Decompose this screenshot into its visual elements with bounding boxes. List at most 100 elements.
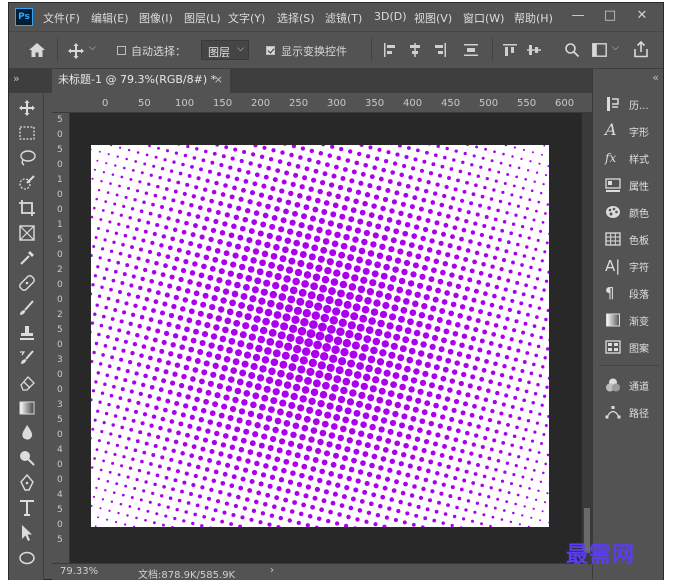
- blur-tool-icon[interactable]: [18, 424, 36, 442]
- menu-image[interactable]: 图像(I): [139, 10, 173, 26]
- restore-button[interactable]: □: [597, 6, 623, 26]
- move-tool-icon[interactable]: [18, 99, 36, 117]
- halftone-dot: [284, 304, 293, 313]
- minimize-button[interactable]: —: [565, 6, 591, 26]
- halftone-dot: [452, 514, 457, 519]
- menu-3d[interactable]: 3D(D): [374, 10, 407, 23]
- panel-paragraph[interactable]: ¶ 段落: [605, 283, 661, 303]
- distribute-icon[interactable]: [464, 43, 478, 57]
- marquee-tool-icon[interactable]: [18, 124, 36, 142]
- clone-stamp-tool-icon[interactable]: [18, 324, 36, 342]
- halftone-dot: [447, 176, 451, 180]
- move-tool-icon[interactable]: [67, 42, 85, 60]
- panel-swatches[interactable]: 色板: [605, 229, 661, 249]
- quick-select-tool-icon[interactable]: [18, 174, 36, 192]
- dodge-tool-icon[interactable]: [18, 449, 36, 467]
- crop-tool-icon[interactable]: [18, 199, 36, 217]
- type-tool-icon[interactable]: [18, 499, 36, 517]
- panel-character[interactable]: A| 字符: [605, 256, 661, 276]
- halftone-dot: [311, 177, 317, 183]
- workspace-icon[interactable]: [592, 43, 607, 57]
- align-center-icon[interactable]: [408, 43, 422, 57]
- halftone-dot: [506, 384, 511, 389]
- halftone-dot: [337, 473, 343, 479]
- align-right-icon[interactable]: [433, 43, 447, 57]
- halftone-dot: [318, 322, 327, 332]
- healing-brush-tool-icon[interactable]: [18, 274, 36, 292]
- pen-tool-icon[interactable]: [18, 474, 36, 492]
- close-tab-button[interactable]: ×: [214, 69, 223, 91]
- collapse-panels-button[interactable]: «: [652, 71, 659, 84]
- panel-history[interactable]: 历...: [605, 94, 661, 114]
- panel-gradients[interactable]: 渐变: [605, 310, 661, 330]
- halftone-dot: [359, 209, 366, 216]
- halftone-dot: [145, 258, 150, 264]
- halftone-dot: [294, 490, 300, 497]
- halftone-dot: [270, 358, 279, 367]
- halftone-dot: [390, 237, 397, 244]
- gradient-tool-icon[interactable]: [18, 399, 36, 417]
- path-selection-tool-icon[interactable]: [18, 524, 36, 542]
- auto-select-dropdown[interactable]: 图层 ⌵: [201, 40, 249, 60]
- halftone-dot: [186, 211, 192, 217]
- menu-filter[interactable]: 滤镜(T): [325, 10, 362, 26]
- zoom-level[interactable]: 79.33%: [60, 566, 98, 577]
- search-icon[interactable]: [564, 42, 580, 58]
- panel-patterns[interactable]: 图案: [605, 337, 661, 357]
- brush-tool-icon[interactable]: [18, 299, 36, 317]
- halftone-dot: [240, 476, 246, 482]
- halftone-dot: [121, 348, 126, 353]
- close-button[interactable]: ✕: [629, 6, 655, 26]
- show-transform-checkbox[interactable]: [266, 46, 275, 55]
- halftone-dot: [540, 259, 544, 263]
- menu-view[interactable]: 视图(V): [414, 10, 452, 26]
- panel-color[interactable]: 颜色: [605, 202, 661, 222]
- lasso-tool-icon[interactable]: [18, 149, 36, 167]
- auto-select-checkbox[interactable]: [117, 46, 126, 55]
- chevron-down-icon[interactable]: ⌵: [612, 43, 619, 53]
- align-top-icon[interactable]: [503, 43, 517, 57]
- menu-window[interactable]: 窗口(W): [463, 10, 504, 26]
- ellipse-tool-icon[interactable]: [18, 549, 36, 567]
- home-icon[interactable]: [28, 42, 46, 58]
- panel-properties[interactable]: 属性: [605, 175, 661, 195]
- eraser-tool-icon[interactable]: [18, 374, 36, 392]
- status-menu-arrow[interactable]: ›: [270, 565, 274, 576]
- collapse-toolbar-button[interactable]: »: [13, 72, 20, 85]
- halftone-dot: [347, 254, 355, 262]
- halftone-dot: [416, 148, 420, 153]
- halftone-dot: [523, 321, 528, 326]
- halftone-dot: [442, 443, 447, 449]
- share-icon[interactable]: [633, 41, 649, 58]
- halftone-dot: [460, 448, 465, 454]
- document-canvas[interactable]: [91, 145, 549, 527]
- align-left-icon[interactable]: [383, 43, 397, 57]
- history-brush-tool-icon[interactable]: [18, 349, 36, 367]
- menu-edit[interactable]: 编辑(E): [91, 10, 129, 26]
- halftone-dot: [377, 147, 382, 152]
- panel-paths[interactable]: 路径: [605, 402, 661, 422]
- menu-type[interactable]: 文字(Y): [228, 10, 265, 26]
- halftone-dot: [366, 471, 373, 478]
- halftone-dot: [507, 491, 511, 495]
- menu-select[interactable]: 选择(S): [277, 10, 315, 26]
- document-tab[interactable]: 未标题-1 @ 79.3%(RGB/8#) * ×: [52, 69, 230, 93]
- chevron-down-icon[interactable]: ⌵: [89, 43, 96, 53]
- halftone-dot: [253, 210, 260, 216]
- eyedropper-tool-icon[interactable]: [18, 249, 36, 267]
- menu-help[interactable]: 帮助(H): [514, 10, 553, 26]
- panel-glyphs[interactable]: A 字形: [605, 121, 661, 141]
- vertical-scrollbar[interactable]: [582, 113, 592, 563]
- menu-file[interactable]: 文件(F): [43, 10, 80, 26]
- halftone-dot: [155, 222, 160, 228]
- halftone-dot: [163, 407, 168, 413]
- align-middle-icon[interactable]: [527, 43, 541, 57]
- frame-tool-icon[interactable]: [18, 224, 36, 242]
- menu-layer[interactable]: 图层(L): [184, 10, 221, 26]
- halftone-dot: [114, 375, 119, 380]
- halftone-dot: [409, 493, 415, 498]
- halftone-dot: [449, 416, 455, 422]
- halftone-dot: [515, 175, 519, 179]
- panel-channels[interactable]: 通道: [605, 375, 661, 395]
- panel-styles[interactable]: fx 样式: [605, 148, 661, 168]
